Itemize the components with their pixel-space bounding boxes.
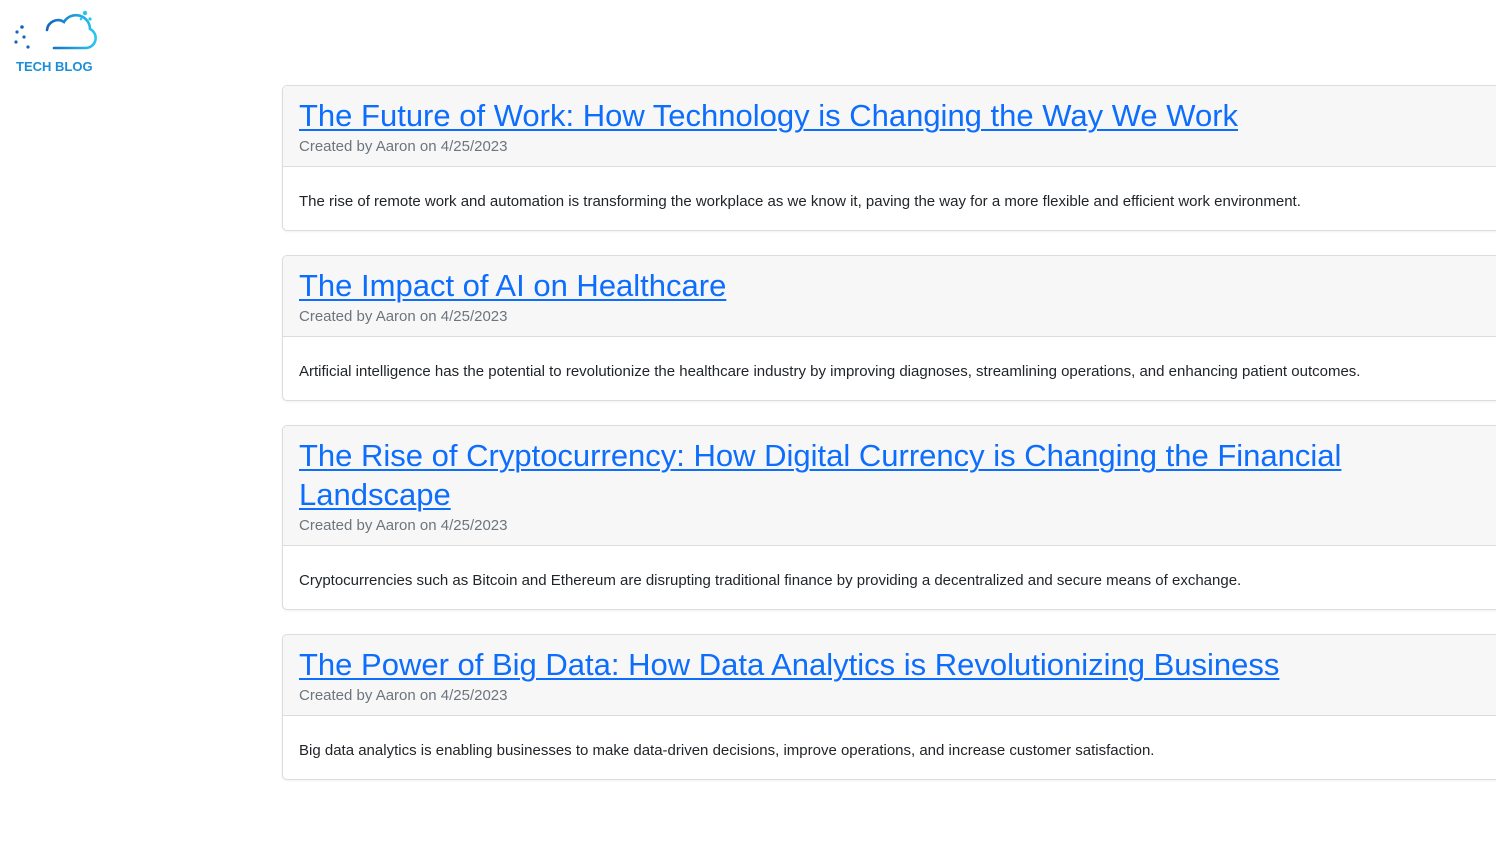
post-meta: Created by Aaron on 4/25/2023: [299, 517, 508, 534]
post-title-link[interactable]: The Future of Work: How Technology is Ch…: [299, 96, 1409, 135]
post-meta: Created by Aaron on 4/25/2023: [299, 308, 508, 325]
post-excerpt: The rise of remote work and automation i…: [299, 193, 1301, 210]
post-card: The Future of Work: How Technology is Ch…: [282, 85, 1496, 231]
post-card-header: The Rise of Cryptocurrency: How Digital …: [283, 426, 1496, 546]
post-title-link[interactable]: The Rise of Cryptocurrency: How Digital …: [299, 436, 1409, 514]
post-excerpt: Big data analytics is enabling businesse…: [299, 742, 1155, 759]
post-card: The Impact of AI on Healthcare Created b…: [282, 255, 1496, 401]
post-card-header: The Future of Work: How Technology is Ch…: [283, 86, 1496, 167]
post-meta: Created by Aaron on 4/25/2023: [299, 138, 508, 155]
post-card: The Power of Big Data: How Data Analytic…: [282, 634, 1496, 780]
post-title-link[interactable]: The Impact of AI on Healthcare: [299, 266, 1409, 305]
post-meta: Created by Aaron on 4/25/2023: [299, 687, 508, 704]
post-card-header: The Impact of AI on Healthcare Created b…: [283, 256, 1496, 337]
post-excerpt: Cryptocurrencies such as Bitcoin and Eth…: [299, 572, 1242, 589]
post-title-link[interactable]: The Power of Big Data: How Data Analytic…: [299, 645, 1409, 684]
post-card-header: The Power of Big Data: How Data Analytic…: [283, 635, 1496, 716]
logo-text: TECH BLOG: [16, 59, 93, 74]
site-logo[interactable]: TECH BLOG: [14, 8, 98, 74]
post-card: The Rise of Cryptocurrency: How Digital …: [282, 425, 1496, 610]
cloud-circuit-icon: [14, 8, 98, 56]
post-list: The Future of Work: How Technology is Ch…: [282, 85, 1496, 804]
post-excerpt: Artificial intelligence has the potentia…: [299, 363, 1361, 380]
